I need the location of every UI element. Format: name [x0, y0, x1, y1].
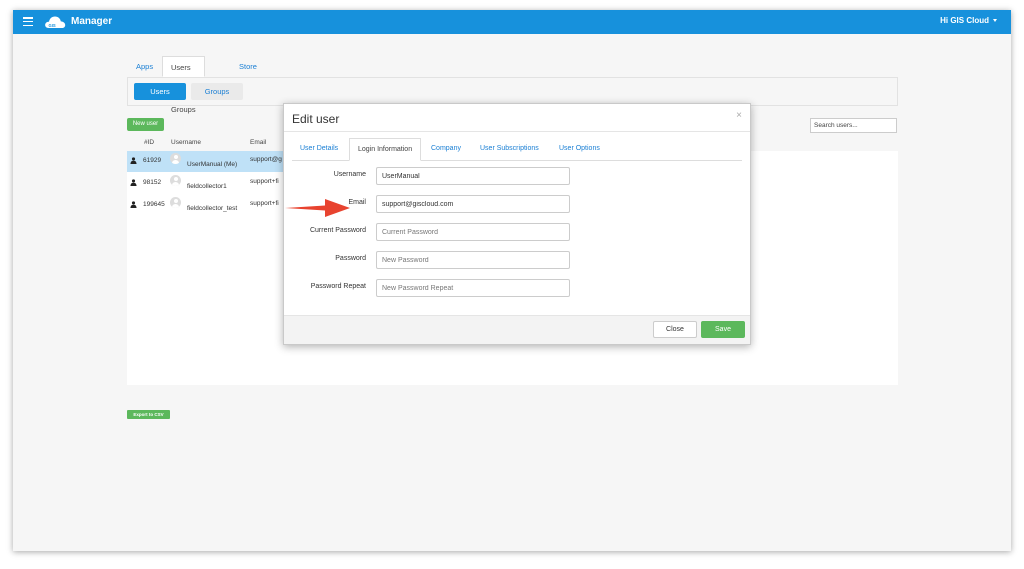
email-label: Email [348, 199, 366, 206]
manager-window: GIS Manager Hi GIS Cloud Apps Users & Gr… [13, 10, 1011, 551]
table-row[interactable]: 61929 UserManual (Me) support@g [127, 151, 287, 172]
tab-user-subscriptions[interactable]: User Subscriptions [472, 138, 547, 160]
tab-users-and-groups[interactable]: Users & Groups [162, 56, 205, 114]
form-row-email: Email [284, 195, 750, 213]
username-label: Username [333, 171, 366, 178]
table-row[interactable]: 98152 fieldcollector1 support+fi [127, 173, 287, 194]
person-icon [130, 201, 137, 208]
row-email: support+fi [250, 200, 279, 207]
row-username: fieldcollector_test [187, 205, 238, 212]
modal-title: Edit user [292, 112, 340, 126]
close-button[interactable]: Close [653, 321, 697, 338]
users-subtab-button[interactable]: Users [134, 83, 186, 100]
tab-store[interactable]: Store [231, 56, 265, 77]
row-username: fieldcollector1 [187, 183, 227, 190]
current-password-field[interactable] [376, 223, 570, 241]
tab-user-options[interactable]: User Options [551, 138, 608, 160]
modal-footer: Close Save [284, 315, 750, 344]
row-id: 199645 [143, 201, 165, 208]
edit-user-modal: Edit user × User Details Login Informati… [283, 103, 751, 345]
tab-login-information[interactable]: Login Information [349, 138, 422, 161]
password-repeat-label: Password Repeat [310, 283, 366, 290]
annotation-arrow-icon [285, 199, 350, 217]
row-email: support+fi [250, 178, 279, 185]
person-icon [130, 179, 137, 186]
close-icon[interactable]: × [736, 110, 742, 121]
new-password-field[interactable] [376, 251, 570, 269]
caret-down-icon [993, 19, 997, 23]
column-header-id: #ID [144, 139, 155, 146]
row-username: UserManual (Me) [187, 161, 238, 168]
avatar [170, 197, 181, 208]
row-email: support@g [250, 156, 282, 163]
gis-cloud-logo: GIS [45, 16, 66, 28]
header-divider [284, 131, 750, 132]
form-row-password: Password [284, 251, 750, 269]
password-label: Password [335, 255, 366, 262]
row-id: 61929 [143, 157, 162, 164]
search-users-input[interactable] [810, 118, 897, 133]
app-title: Manager [71, 16, 113, 27]
tab-user-details[interactable]: User Details [292, 138, 346, 160]
form-row-password-repeat: Password Repeat [284, 279, 750, 297]
export-csv-button[interactable]: Export to CSV [127, 410, 170, 419]
user-account-menu[interactable]: Hi GIS Cloud [940, 16, 997, 25]
form-row-username: Username [284, 167, 750, 185]
groups-subtab-button[interactable]: Groups [191, 83, 243, 100]
table-row[interactable]: 199645 fieldcollector_test support+fi [127, 195, 287, 216]
tab-apps[interactable]: Apps [128, 56, 161, 77]
column-header-username: Username [171, 139, 201, 146]
person-icon [130, 157, 137, 164]
tab-company[interactable]: Company [423, 138, 469, 160]
row-id: 98152 [143, 179, 162, 186]
username-field[interactable] [376, 167, 570, 185]
new-user-button[interactable]: New user [127, 118, 164, 131]
email-field[interactable] [376, 195, 570, 213]
save-button[interactable]: Save [701, 321, 745, 338]
user-greeting: Hi GIS Cloud [940, 16, 989, 25]
current-password-label: Current Password [309, 227, 366, 234]
logo-text: GIS [49, 23, 56, 28]
avatar [170, 175, 181, 186]
sub-tab-panel: Users Groups [127, 77, 898, 106]
password-repeat-field[interactable] [376, 279, 570, 297]
form-row-current-password: Current Password [284, 223, 750, 241]
top-navigation-bar: GIS Manager Hi GIS Cloud [13, 10, 1011, 34]
avatar [170, 153, 181, 164]
hamburger-menu-icon[interactable] [23, 17, 33, 27]
column-header-email: Email [250, 139, 267, 146]
